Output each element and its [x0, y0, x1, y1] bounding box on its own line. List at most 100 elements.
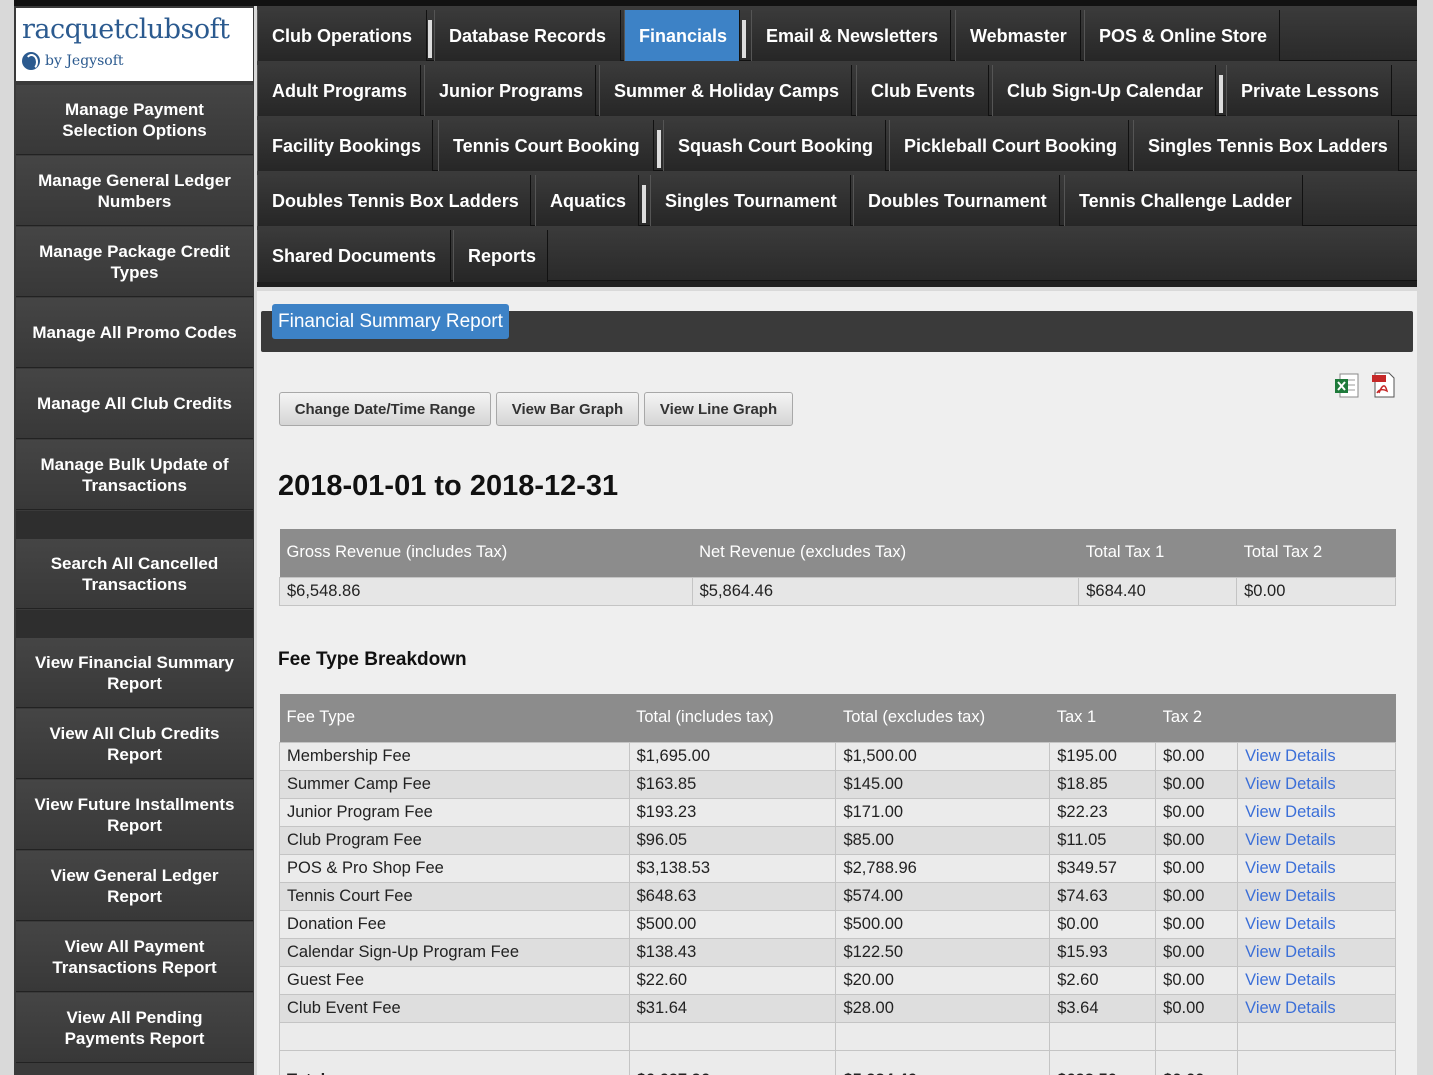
view-details-link[interactable]: View Details [1237, 881, 1396, 911]
tab-singles-tournament[interactable]: Singles Tournament [650, 175, 851, 227]
amount-cell: $195.00 [1049, 741, 1157, 771]
sidebar-item-ledger-report[interactable]: View General Ledger Report [16, 851, 253, 921]
tab-shared-documents[interactable]: Shared Documents [257, 230, 451, 282]
tab-financials[interactable]: Financials [624, 10, 740, 62]
sidebar-item-payment-transactions[interactable]: View All Payment Transactions Report [16, 922, 253, 992]
date-range-heading: 2018-01-01 to 2018-12-31 [278, 470, 619, 502]
amount-cell: $122.50 [835, 937, 1051, 967]
empty-cell [1237, 1021, 1396, 1051]
excel-export-icon[interactable] [1333, 371, 1361, 399]
sidebar-item-package-credit[interactable]: Manage Package Credit Types [16, 227, 253, 297]
amount-cell: $0.00 [1155, 825, 1239, 855]
tab-pickleball-booking[interactable]: Pickleball Court Booking [889, 120, 1129, 172]
fee-type-cell: Calendar Sign-Up Program Fee [279, 937, 630, 967]
sidebar-item-club-credits[interactable]: Manage All Club Credits [16, 369, 253, 439]
amount-cell: $171.00 [835, 797, 1051, 827]
tab-separator [657, 130, 661, 168]
table-row: Junior Program Fee $193.23 $171.00 $22.23 $0… [279, 797, 1396, 827]
amount-cell: $22.23 [1049, 797, 1157, 827]
column-header: Total Tax 2 [1236, 529, 1396, 577]
amount-cell: $500.00 [835, 909, 1051, 939]
amount-cell: $20.00 [835, 965, 1051, 995]
tab-challenge-ladder[interactable]: Tennis Challenge Ladder [1064, 175, 1303, 227]
sidebar-item-ledger-numbers[interactable]: Manage General Ledger Numbers [16, 156, 253, 226]
amount-cell: $3,138.53 [628, 853, 837, 883]
fee-type-cell: Guest Fee [279, 965, 630, 995]
tab-pos-online-store[interactable]: POS & Online Store [1084, 10, 1280, 62]
tab-database-records[interactable]: Database Records [434, 10, 621, 62]
nav-row: Adult Programs Junior Programs Summer & … [257, 61, 1417, 117]
tab-separator [428, 20, 432, 58]
tab-email-newsletters[interactable]: Email & Newsletters [751, 10, 951, 62]
sidebar-divider [16, 511, 253, 539]
report-title-bar: Financial Summary Report [261, 304, 1413, 352]
tab-tennis-court-booking[interactable]: Tennis Court Booking [438, 120, 654, 172]
tab-singles-box-ladders[interactable]: Singles Tennis Box Ladders [1133, 120, 1399, 172]
amount-cell: $193.23 [628, 797, 837, 827]
sidebar-item-club-credits-report[interactable]: View All Club Credits Report [16, 709, 253, 779]
tab-summer-camps[interactable]: Summer & Holiday Camps [599, 65, 852, 117]
column-header: Tax 2 [1155, 694, 1238, 742]
amount-cell: $11.05 [1049, 825, 1157, 855]
amount-cell: $22.60 [628, 965, 837, 995]
tab-reports[interactable]: Reports [453, 230, 548, 282]
view-line-graph-button[interactable]: View Line Graph [644, 392, 793, 426]
fee-type-cell: POS & Pro Shop Fee [279, 853, 630, 883]
amount-cell: $0.00 [1155, 797, 1239, 827]
column-header: Total (excludes tax) [835, 694, 1050, 742]
tab-club-events[interactable]: Club Events [856, 65, 989, 117]
amount-cell: $500.00 [628, 909, 837, 939]
view-bar-graph-button[interactable]: View Bar Graph [496, 392, 639, 426]
tab-facility-bookings[interactable]: Facility Bookings [257, 120, 433, 172]
tab-separator [1219, 75, 1223, 113]
sidebar-item-payment-options[interactable]: Manage Payment Selection Options [16, 85, 253, 155]
tab-aquatics[interactable]: Aquatics [535, 175, 639, 227]
view-details-link[interactable]: View Details [1237, 909, 1396, 939]
sidebar-item-cancelled-transactions[interactable]: Search All Cancelled Transactions [16, 539, 253, 609]
view-details-link[interactable]: View Details [1237, 965, 1396, 995]
fee-type-cell: Tennis Court Fee [279, 881, 630, 911]
tab-doubles-box-ladders[interactable]: Doubles Tennis Box Ladders [257, 175, 531, 227]
view-details-link[interactable]: View Details [1237, 769, 1396, 799]
fee-type-cell: Summer Camp Fee [279, 769, 630, 799]
tab-doubles-tournament[interactable]: Doubles Tournament [853, 175, 1060, 227]
amount-cell: $15.93 [1049, 937, 1157, 967]
pdf-export-icon[interactable] [1369, 371, 1397, 399]
table-row: Club Program Fee $96.05 $85.00 $11.05 $0.00 V… [279, 825, 1396, 855]
change-date-range-button[interactable]: Change Date/Time Range [279, 392, 491, 426]
sidebar-item-financial-summary[interactable]: View Financial Summary Report [16, 638, 253, 708]
view-details-link[interactable]: View Details [1237, 797, 1396, 827]
view-details-link[interactable]: View Details [1237, 993, 1396, 1023]
main-content: Financial Summary Report Change Date/Tim… [257, 291, 1417, 1075]
tab-squash-court-booking[interactable]: Squash Court Booking [663, 120, 886, 172]
tab-junior-programs[interactable]: Junior Programs [424, 65, 596, 117]
total-row: Total:$6,627.96$5,934.46$693.50$0.00 [279, 1049, 1396, 1075]
column-header: Total Tax 1 [1078, 529, 1237, 577]
view-details-link[interactable]: View Details [1237, 937, 1396, 967]
amount-cell: $0.00 [1155, 993, 1239, 1023]
view-details-link[interactable]: View Details [1237, 853, 1396, 883]
total-amount-cell: $0.00 [1155, 1049, 1239, 1075]
amount-cell: $0.00 [1155, 965, 1239, 995]
tab-private-lessons[interactable]: Private Lessons [1226, 65, 1392, 117]
tab-club-operations[interactable]: Club Operations [257, 10, 427, 62]
empty-cell [279, 1021, 630, 1051]
logo-subtitle: by Jegysoft [22, 52, 124, 70]
total-tax1-value: $684.40 [1078, 576, 1238, 606]
column-header: Net Revenue (excludes Tax) [692, 529, 1079, 577]
view-details-link[interactable]: View Details [1237, 825, 1396, 855]
sidebar-item-future-installments[interactable]: View Future Installments Report [16, 780, 253, 850]
view-details-link[interactable]: View Details [1237, 741, 1396, 771]
sidebar-item-promo-codes[interactable]: Manage All Promo Codes [16, 298, 253, 368]
tab-signup-calendar[interactable]: Club Sign-Up Calendar [992, 65, 1216, 117]
sidebar-item-pending-payments[interactable]: View All Pending Payments Report [16, 993, 253, 1063]
total-amount-cell: $6,627.96 [628, 1049, 837, 1075]
sidebar-item-bulk-update[interactable]: Manage Bulk Update of Transactions [16, 440, 253, 510]
tab-webmaster[interactable]: Webmaster [955, 10, 1081, 62]
main-nav: Club Operations Database Records Financi… [257, 6, 1417, 287]
table-row: Membership Fee $1,695.00 $1,500.00 $195.00 $… [279, 741, 1396, 771]
logo[interactable]: racquetclubsoft by Jegysoft [16, 8, 253, 81]
table-row: Donation Fee $500.00 $500.00 $0.00 $0.00 View… [279, 909, 1396, 939]
tab-adult-programs[interactable]: Adult Programs [257, 65, 421, 117]
total-amount-cell: $693.50 [1049, 1049, 1157, 1075]
